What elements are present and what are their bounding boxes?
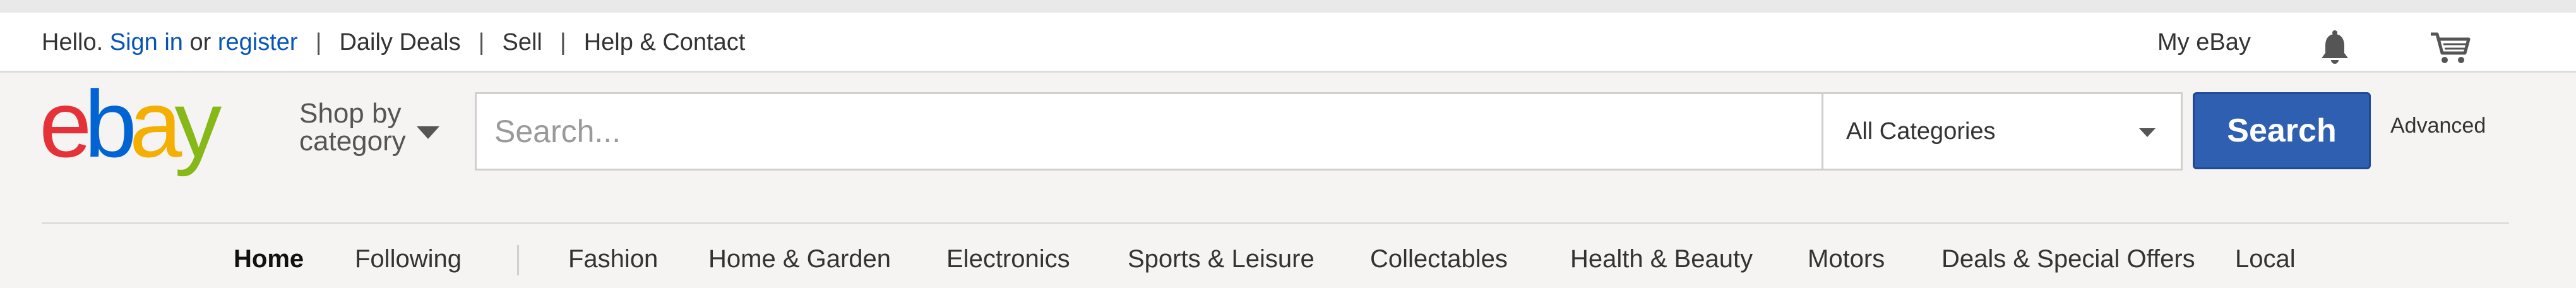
- nav-home-garden[interactable]: Home & Garden: [708, 240, 891, 278]
- category-select-value: All Categories: [1846, 118, 1996, 145]
- separator: |: [478, 29, 485, 56]
- nav-following[interactable]: Following: [355, 240, 462, 278]
- svg-text:ebay: ebay: [39, 81, 222, 177]
- nav-local[interactable]: Local: [2235, 240, 2296, 278]
- topbar-left: Hello. Sign in or register | Daily Deals…: [42, 13, 745, 73]
- main-nav: Home Following Fashion Home & Garden Ele…: [0, 240, 2576, 278]
- sign-in-link[interactable]: Sign in: [110, 29, 183, 56]
- nav-electronics[interactable]: Electronics: [946, 240, 1070, 278]
- daily-deals-link[interactable]: Daily Deals: [339, 29, 460, 56]
- bell-icon[interactable]: [2317, 30, 2352, 66]
- category-select[interactable]: All Categories: [1823, 94, 2181, 169]
- help-contact-link[interactable]: Help & Contact: [584, 29, 746, 56]
- nav-home[interactable]: Home: [234, 240, 304, 278]
- advanced-search-link[interactable]: Advanced: [2390, 114, 2486, 138]
- search-input[interactable]: [477, 94, 1822, 169]
- search-button[interactable]: Search: [2193, 92, 2371, 169]
- nav-health-beauty[interactable]: Health & Beauty: [1570, 240, 1753, 278]
- or-text: or: [189, 29, 212, 56]
- shop-by-category-button[interactable]: Shop by category: [299, 100, 406, 155]
- nav-separator: [517, 245, 519, 275]
- chevron-down-icon: [2139, 128, 2156, 137]
- separator: |: [559, 29, 566, 56]
- divider: [42, 222, 2509, 224]
- register-link[interactable]: register: [218, 29, 298, 56]
- nav-collectables[interactable]: Collectables: [1370, 240, 1508, 278]
- category-label: category: [299, 126, 406, 157]
- my-ebay-link[interactable]: My eBay: [2157, 13, 2251, 73]
- top-strip: [0, 0, 2576, 13]
- greeting-text: Hello.: [42, 29, 104, 56]
- cart-icon[interactable]: [2430, 30, 2471, 66]
- ebay-logo[interactable]: ebay: [39, 71, 273, 182]
- nav-sports-leisure[interactable]: Sports & Leisure: [1128, 240, 1315, 278]
- nav-deals-special-offers[interactable]: Deals & Special Offers: [1941, 240, 2195, 278]
- top-utility-bar: Hello. Sign in or register | Daily Deals…: [0, 13, 2576, 73]
- separator: |: [315, 29, 322, 56]
- shop-by-label: Shop by: [299, 98, 402, 129]
- chevron-down-icon: [417, 126, 439, 139]
- search-bar: All Categories: [475, 92, 2183, 171]
- sell-link[interactable]: Sell: [502, 29, 542, 56]
- nav-fashion[interactable]: Fashion: [568, 240, 658, 278]
- nav-motors[interactable]: Motors: [1808, 240, 1885, 278]
